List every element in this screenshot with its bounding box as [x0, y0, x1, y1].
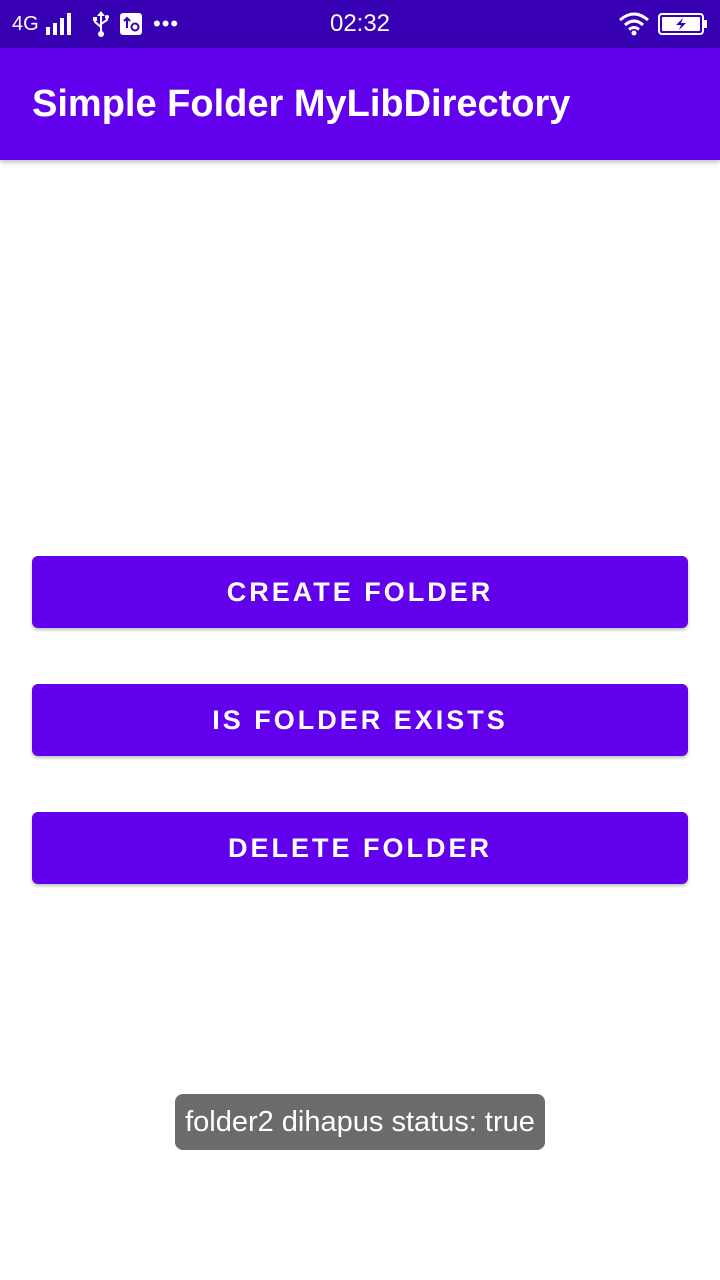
debug-icon	[120, 0, 142, 48]
wifi-icon	[618, 0, 650, 48]
usb-icon	[92, 0, 110, 48]
screen: 4G ••• 02:32 Simple Folder MyLibDirector…	[0, 0, 720, 1280]
delete-folder-button[interactable]: DELETE FOLDER	[32, 812, 688, 884]
network-type-label: 4G	[12, 12, 39, 35]
status-bar: 4G ••• 02:32	[0, 0, 720, 48]
create-folder-button[interactable]: CREATE FOLDER	[32, 556, 688, 628]
toast-message: folder2 dihapus status: true	[175, 1094, 545, 1150]
app-title: Simple Folder MyLibDirectory	[32, 82, 571, 125]
signal-icon	[46, 0, 74, 48]
battery-charging-icon	[658, 0, 708, 48]
is-folder-exists-button[interactable]: IS FOLDER EXISTS	[32, 684, 688, 756]
more-notifications-icon: •••	[153, 11, 180, 36]
app-bar: Simple Folder MyLibDirectory	[0, 48, 720, 160]
